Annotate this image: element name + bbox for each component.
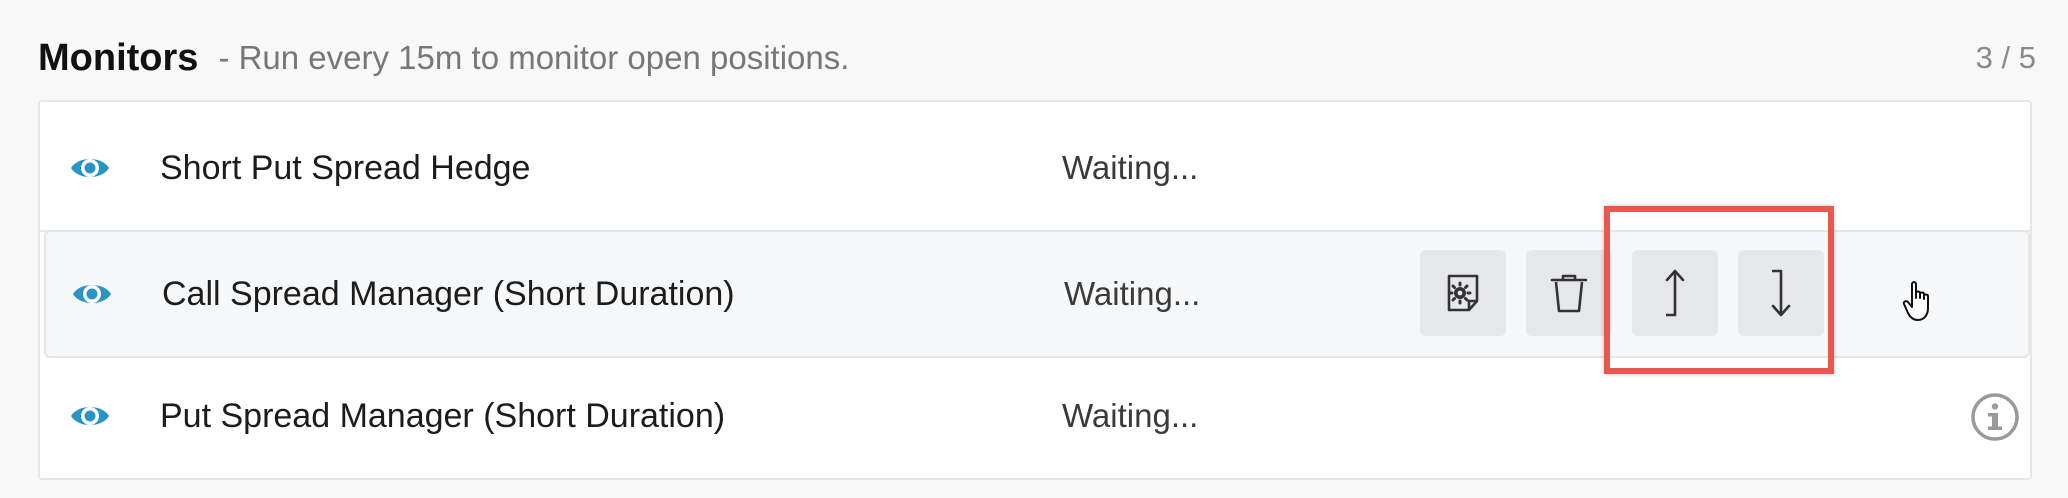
delete-button[interactable] bbox=[1526, 250, 1612, 336]
monitor-status: Waiting... bbox=[1062, 397, 1199, 434]
highlight-box bbox=[1604, 206, 1834, 374]
monitor-status: Waiting... bbox=[1062, 149, 1199, 186]
page-title: Monitors bbox=[38, 36, 199, 79]
settings-document-icon bbox=[1447, 274, 1479, 312]
monitors-header: Monitors - Run every 15m to monitor open… bbox=[38, 30, 2036, 86]
eye-icon[interactable] bbox=[70, 272, 114, 316]
page-subtitle: - Run every 15m to monitor open position… bbox=[218, 39, 850, 76]
hand-cursor-icon bbox=[1902, 281, 1929, 321]
monitor-name: Call Spread Manager (Short Duration) bbox=[162, 274, 735, 313]
trash-icon bbox=[1550, 274, 1588, 313]
monitor-counter: 3 / 5 bbox=[1975, 40, 2036, 75]
info-icon[interactable] bbox=[1970, 392, 2020, 442]
eye-icon[interactable] bbox=[68, 394, 112, 438]
monitor-name: Put Spread Manager (Short Duration) bbox=[160, 396, 726, 435]
edit-settings-button[interactable] bbox=[1420, 250, 1506, 336]
eye-icon[interactable] bbox=[68, 146, 112, 190]
monitor-status: Waiting... bbox=[1064, 275, 1201, 312]
monitor-name: Short Put Spread Hedge bbox=[160, 148, 531, 187]
